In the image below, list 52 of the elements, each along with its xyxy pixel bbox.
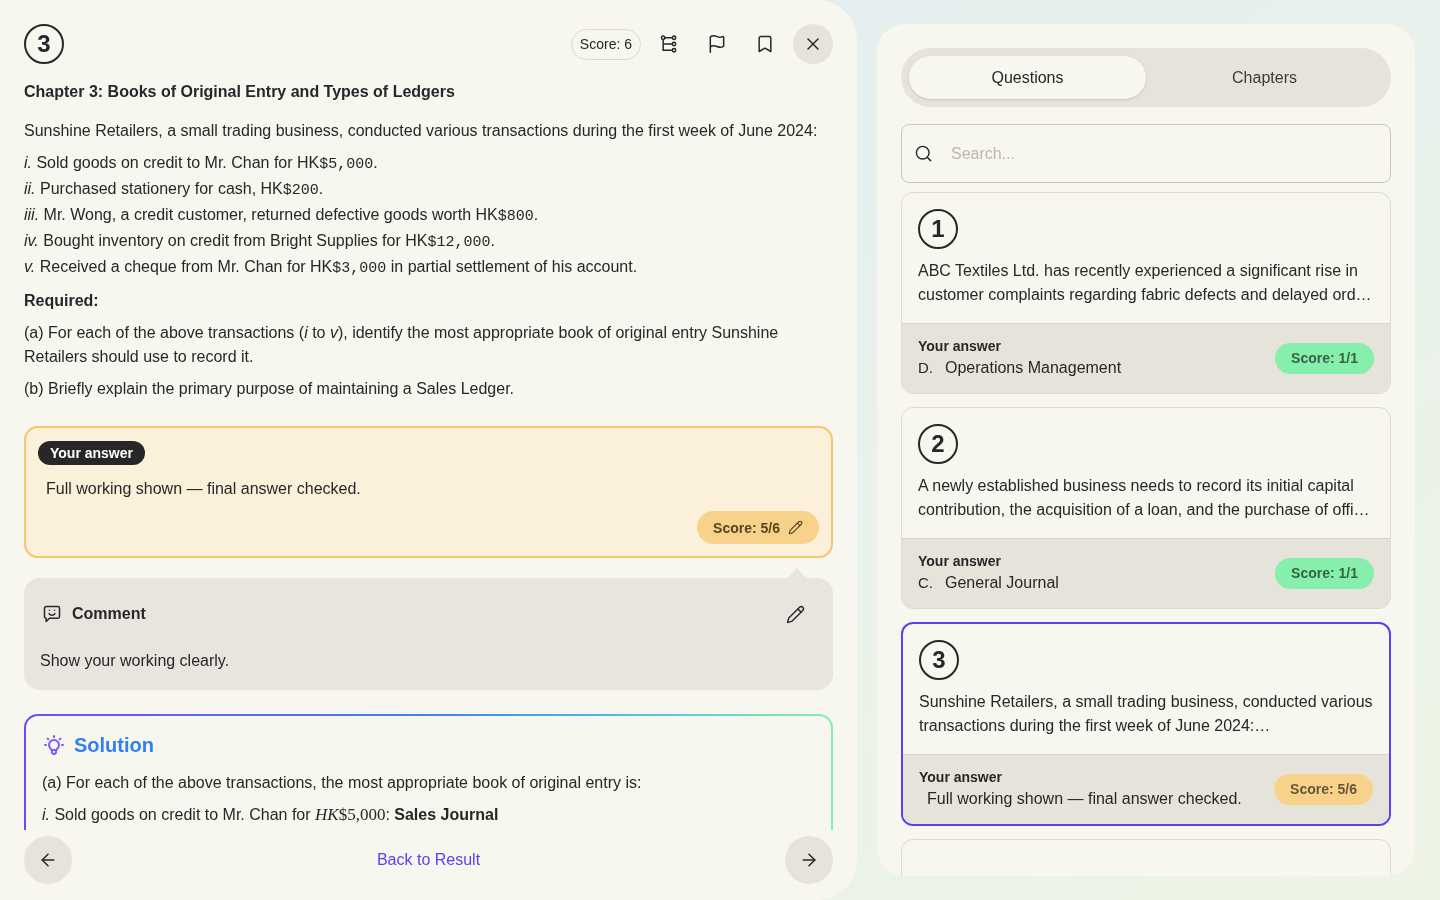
answer-text: Operations Management (945, 358, 1122, 378)
answer-label: Your answer (918, 552, 1002, 571)
question-part: (b) Briefly explain the primary purpose of maintaining a Sales Ledger. (24, 379, 516, 399)
comment-text: Show your working clearly. (40, 651, 231, 671)
question-card[interactable]: 3 Sunshine Retailers, a small trading business, conducted various transactions during the first week of June 2024:… Your answer Full working shown — final answer checked. Score: 5/6 (901, 622, 1391, 826)
answer-label: Your answer (919, 768, 1003, 787)
solution-title: Solution (74, 733, 154, 758)
score-pill: Score: 1/1 (1275, 342, 1374, 374)
question-number: 3 (24, 24, 64, 64)
question-preview: A newly established business needs to record its initial capital contribution, the acquisition of a loan, and the purchase of offi… (918, 476, 1371, 520)
required-heading: Required: (24, 291, 100, 311)
flag-icon (707, 34, 727, 54)
search-field[interactable]: Search... (901, 124, 1391, 183)
close-button[interactable] (793, 24, 833, 64)
search-icon (914, 144, 933, 163)
question-number: 1 (918, 209, 958, 249)
transaction-item: v. Received a cheque from Mr. Chan for HK$3,000 in partial settlement of his account. (24, 257, 639, 279)
smile-chat-icon (42, 604, 62, 624)
answer-text: General Journal (945, 573, 1059, 593)
answer-text: Full working shown — final answer checked. (926, 789, 1242, 809)
option-letter: C. (918, 573, 933, 593)
score-pill: Score: 1/1 (1275, 557, 1374, 589)
question-preview: ABC Textiles Ltd. has recently experienced a significant rise in customer complaints regarding fabric defects and delayed ord… (918, 261, 1373, 305)
solution-line: i. Sold goods on credit to Mr. Chan for HK$5,000: Sales Journal (42, 804, 500, 826)
question-number: 2 (918, 424, 958, 464)
question-number: 3 (919, 640, 959, 680)
chapter-title: Chapter 3: Books of Original Entry and Types of Ledgers (24, 82, 456, 102)
hierarchy-icon (659, 34, 679, 54)
transaction-item: ii. Purchased stationery for cash, HK$200. (24, 179, 325, 201)
transaction-item: i. Sold goods on credit to Mr. Chan for HK$5,000. (24, 153, 379, 175)
question-card[interactable]: 2 A newly established business needs to record its initial capital contribution, the acquisition of a loan, and the purchase of offi… Your answer C. General Journal Score: 1/1 (901, 407, 1391, 609)
tab[interactable]: Questions (909, 56, 1146, 99)
tab[interactable]: Chapters (1146, 56, 1383, 99)
lightbulb-icon (42, 733, 66, 757)
question-preview: Sunshine Retailers, a small trading business, conducted various transactions during the first week of June 2024:… (919, 692, 1373, 736)
option-letter: D. (918, 358, 933, 378)
question-part: (a) For each of the above transactions (i to v), identify the most appropriate book of original entry Sunshine Retailers should use to record it. (24, 323, 780, 367)
bookmark-icon (755, 34, 775, 54)
score-button[interactable]: Score: 5/6 (697, 511, 819, 544)
solution-line: (a) For each of the above transactions, the most appropriate book of original entry is: (42, 773, 643, 793)
transaction-item: iii. Mr. Wong, a credit customer, returned defective goods worth HK$800. (24, 205, 540, 227)
pencil-icon (785, 604, 805, 624)
answer-label: Your answer (38, 441, 145, 465)
question-intro: Sunshine Retailers, a small trading business, conducted various transactions during the first week of June 2024: (24, 121, 819, 141)
back-to-result-link[interactable]: Back to Result (376, 848, 481, 872)
transaction-item: iv. Bought inventory on credit from Bright Supplies for HK$12,000. (24, 231, 496, 253)
answer-text: Full working shown — final answer checked. (45, 479, 362, 499)
question-card[interactable]: 1 ABC Textiles Ltd. has recently experienced a significant rise in customer complaints regarding fabric defects and delayed ord… Your answer D. Operations Management Score: 1/1 (901, 192, 1391, 394)
comment-title: Comment (72, 604, 146, 624)
score-pill: Score: 5/6 (1274, 773, 1373, 805)
answer-label: Your answer (918, 337, 1002, 356)
pencil-icon (788, 520, 803, 535)
